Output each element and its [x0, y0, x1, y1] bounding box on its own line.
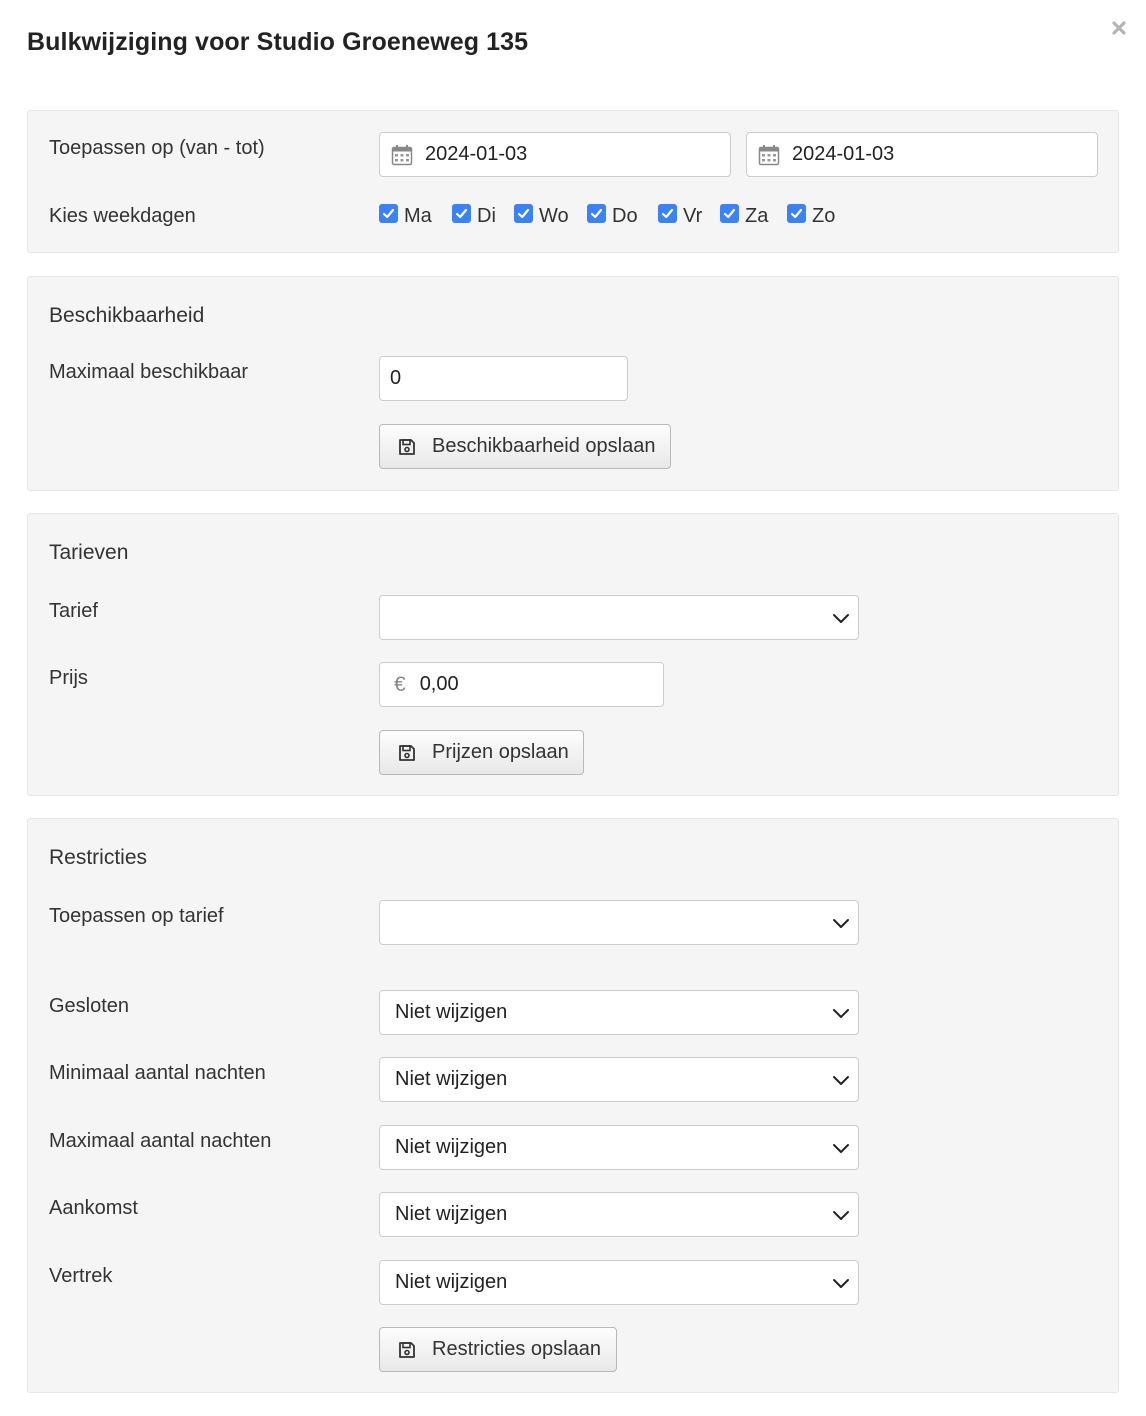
chevron-down-icon	[833, 1279, 849, 1288]
checkbox-checked-icon[interactable]	[587, 203, 606, 223]
period-panel: Toepassen op (van - tot) 2024-01-03 2024…	[27, 110, 1119, 253]
weekday-sat[interactable]: Za	[720, 203, 768, 229]
apply-rate-select[interactable]	[379, 900, 859, 945]
rate-label: Tarief	[49, 600, 98, 622]
chevron-down-icon	[833, 919, 849, 928]
save-prices-label: Prijzen opslaan	[432, 741, 569, 763]
chevron-down-icon	[833, 614, 849, 623]
max-available-value: 0	[390, 367, 402, 389]
departure-value: Niet wijzigen	[395, 1271, 508, 1293]
restrictions-title: Restricties	[49, 846, 148, 869]
weekday-fri[interactable]: Vr	[658, 203, 702, 229]
floppy-disk-icon	[399, 744, 415, 761]
from-date-input[interactable]: 2024-01-03	[379, 132, 731, 177]
checkbox-checked-icon[interactable]	[379, 203, 398, 223]
rates-panel: Tarieven Tarief Prijs € 0,00 Prijzen ops…	[27, 513, 1119, 796]
apply-period-label: Toepassen op (van - tot)	[49, 137, 265, 159]
save-restrictions-button[interactable]: Restricties opslaan	[379, 1327, 617, 1372]
checkbox-checked-icon[interactable]	[787, 203, 806, 223]
weekday-mon[interactable]: Ma	[379, 203, 432, 229]
euro-icon: €	[394, 672, 406, 696]
to-date-input[interactable]: 2024-01-03	[746, 132, 1098, 177]
weekday-label: Za	[745, 204, 769, 227]
min-nights-label: Minimaal aantal nachten	[49, 1062, 266, 1084]
max-nights-label: Maximaal aantal nachten	[49, 1130, 272, 1152]
weekdays-label: Kies weekdagen	[49, 205, 196, 227]
restrictions-panel: Restricties Toepassen op tarief Gesloten…	[27, 818, 1119, 1393]
weekday-label: Ma	[404, 204, 432, 227]
closed-value: Niet wijzigen	[395, 1001, 508, 1023]
departure-label: Vertrek	[49, 1265, 113, 1287]
weekday-label: Zo	[812, 204, 836, 227]
checkbox-checked-icon[interactable]	[514, 203, 533, 223]
close-icon[interactable]	[1109, 18, 1129, 38]
save-availability-label: Beschikbaarheid opslaan	[432, 435, 656, 457]
modal-title: Bulkwijziging voor Studio Groeneweg 135	[27, 28, 529, 56]
closed-label: Gesloten	[49, 995, 130, 1017]
chevron-down-icon	[833, 1211, 849, 1220]
save-restrictions-label: Restricties opslaan	[432, 1338, 601, 1360]
availability-title: Beschikbaarheid	[49, 304, 205, 327]
calendar-icon	[391, 144, 413, 165]
rates-title: Tarieven	[49, 541, 129, 564]
price-label: Prijs	[49, 667, 88, 689]
arrival-select[interactable]: Niet wijzigen	[379, 1192, 859, 1237]
weekday-label: Wo	[539, 204, 569, 227]
chevron-down-icon	[833, 1009, 849, 1018]
weekday-label: Di	[477, 204, 496, 227]
weekday-sun[interactable]: Zo	[787, 203, 835, 229]
apply-rate-label: Toepassen op tarief	[49, 905, 224, 927]
floppy-disk-icon	[399, 1341, 415, 1358]
to-date-value: 2024-01-03	[792, 143, 895, 165]
max-nights-select[interactable]: Niet wijzigen	[379, 1125, 859, 1170]
weekday-tue[interactable]: Di	[452, 203, 496, 229]
checkbox-checked-icon[interactable]	[452, 203, 471, 223]
arrival-value: Niet wijzigen	[395, 1203, 508, 1225]
price-value: 0,00	[419, 673, 459, 695]
max-nights-value: Niet wijzigen	[395, 1136, 508, 1158]
weekday-label: Vr	[683, 204, 703, 227]
chevron-down-icon	[833, 1144, 849, 1153]
rate-select[interactable]	[379, 595, 859, 640]
checkbox-checked-icon[interactable]	[720, 203, 739, 223]
max-available-label: Maximaal beschikbaar	[49, 361, 248, 383]
calendar-icon	[758, 144, 780, 165]
chevron-down-icon	[833, 1076, 849, 1085]
from-date-value: 2024-01-03	[425, 143, 528, 165]
min-nights-select[interactable]: Niet wijzigen	[379, 1057, 859, 1102]
weekday-label: Do	[612, 204, 638, 227]
floppy-disk-icon	[399, 438, 415, 455]
availability-panel: Beschikbaarheid Maximaal beschikbaar 0 B…	[27, 276, 1119, 491]
departure-select[interactable]: Niet wijzigen	[379, 1260, 859, 1305]
save-prices-button[interactable]: Prijzen opslaan	[379, 730, 584, 775]
max-available-input[interactable]: 0	[379, 356, 628, 401]
weekday-wed[interactable]: Wo	[514, 203, 569, 229]
price-input[interactable]: € 0,00	[379, 662, 664, 707]
min-nights-value: Niet wijzigen	[395, 1068, 508, 1090]
arrival-label: Aankomst	[49, 1197, 138, 1219]
save-availability-button[interactable]: Beschikbaarheid opslaan	[379, 424, 671, 469]
weekday-thu[interactable]: Do	[587, 203, 638, 229]
closed-select[interactable]: Niet wijzigen	[379, 990, 859, 1035]
checkbox-checked-icon[interactable]	[658, 203, 677, 223]
